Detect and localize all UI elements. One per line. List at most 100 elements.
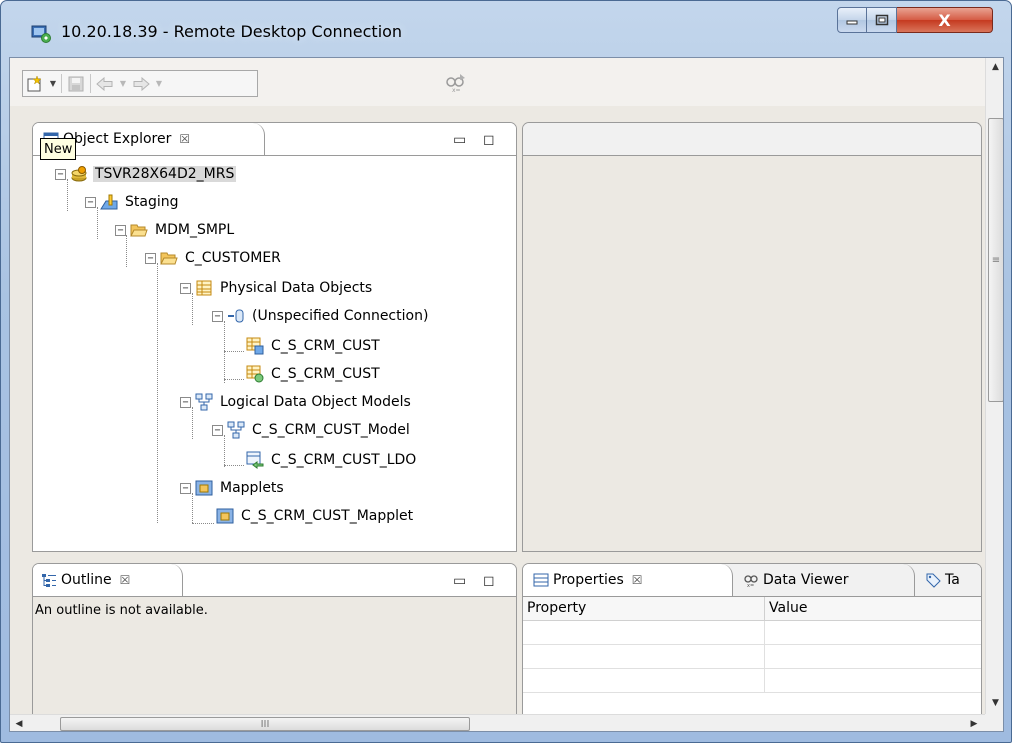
data-viewer-icon: x= <box>744 575 758 588</box>
tree-node-label: (Unspecified Connection) <box>252 308 429 324</box>
vertical-scroll-thumb[interactable]: ≡ <box>988 118 1003 402</box>
collapse-icon[interactable]: − <box>115 224 126 236</box>
tree-connector <box>192 523 214 524</box>
column-header-property[interactable]: Property <box>523 597 765 620</box>
collapse-icon[interactable]: − <box>180 396 191 408</box>
tab-label: Outline <box>61 572 112 588</box>
repository-icon <box>71 166 87 182</box>
svg-text:x=: x= <box>747 583 754 588</box>
minimize-view-icon[interactable]: ▭ <box>453 573 466 589</box>
table-icon <box>196 280 212 296</box>
tab-outline[interactable]: Outline ☒ <box>33 564 183 596</box>
folder-open-icon <box>160 252 178 265</box>
data-viewer-icon[interactable]: x= <box>445 72 467 94</box>
close-tab-icon[interactable]: ☒ <box>120 573 131 587</box>
new-dropdown[interactable]: ▼ <box>47 71 59 96</box>
remote-desktop-icon <box>31 25 51 43</box>
forward-arrow-icon <box>133 76 150 91</box>
customized-data-object-icon <box>246 365 264 383</box>
tag-icon <box>926 573 941 588</box>
outline-icon <box>42 574 56 587</box>
title-bar[interactable]: 10.20.18.39 - Remote Desktop Connection … <box>1 1 1011 57</box>
table-row <box>523 669 981 693</box>
database-connection-icon <box>228 309 244 323</box>
back-button[interactable] <box>93 71 117 96</box>
tab-tags[interactable]: Ta <box>915 564 981 596</box>
minimize-button[interactable] <box>837 7 867 33</box>
maximize-icon <box>875 14 888 26</box>
main-toolbar: ▼ ▼ ▼ x= <box>10 58 985 106</box>
tree-node-repository[interactable]: − TSVR28X64D2_MRS <box>55 163 237 185</box>
scroll-down-icon[interactable]: ▼ <box>986 694 1003 712</box>
tab-properties[interactable]: Properties ☒ <box>523 564 733 596</box>
save-icon <box>68 76 84 91</box>
table-row <box>523 621 981 645</box>
properties-icon <box>533 573 549 587</box>
minimize-icon <box>846 20 858 25</box>
collapse-icon[interactable]: − <box>212 310 223 322</box>
tree-node-label: MDM_SMPL <box>155 222 235 238</box>
explorer-header: Object Explorer ☒ ▭ ◻ <box>33 123 516 155</box>
tree-node-data-object[interactable]: C_S_CRM_CUST <box>246 363 382 385</box>
properties-panel: Properties ☒ x= Data Viewer Ta Property … <box>522 563 982 715</box>
table-header: Property Value <box>523 597 981 621</box>
tree-node-model[interactable]: − C_S_CRM_CUST_Model <box>212 419 412 441</box>
tree-node-physical-data-objects[interactable]: − Physical Data Objects <box>180 277 374 299</box>
scroll-right-icon[interactable]: ▶ <box>965 715 983 731</box>
tree-node-folder[interactable]: − C_CUSTOMER <box>145 247 283 269</box>
tree-node-label: C_S_CRM_CUST <box>271 366 380 382</box>
collapse-icon[interactable]: − <box>212 424 223 436</box>
vertical-scrollbar[interactable]: ▲ ≡ ▼ <box>985 58 1003 714</box>
tree-node-label: Logical Data Object Models <box>220 394 411 410</box>
tree-node-logical-models[interactable]: − Logical Data Object Models <box>180 391 413 413</box>
collapse-icon[interactable]: − <box>145 252 156 264</box>
object-explorer-panel: Object Explorer ☒ ▭ ◻ − TSVR28X64D2_MRS … <box>32 122 517 552</box>
new-button[interactable] <box>23 71 47 96</box>
outline-panel: Outline ☒ ▭ ◻ An outline is not availabl… <box>32 563 517 715</box>
new-icon <box>27 74 42 91</box>
column-header-value[interactable]: Value <box>765 597 811 620</box>
tree-connector <box>224 351 244 352</box>
tree-node-label: C_S_CRM_CUST_Mapplet <box>241 508 414 524</box>
tree-node-label: C_CUSTOMER <box>185 250 281 266</box>
tree-node-folder[interactable]: − MDM_SMPL <box>115 219 236 241</box>
tree-node-data-object[interactable]: C_S_CRM_CUST <box>246 335 382 357</box>
collapse-icon[interactable]: − <box>55 168 66 180</box>
close-tab-icon[interactable]: ☒ <box>179 132 190 146</box>
tree-node-connection[interactable]: − (Unspecified Connection) <box>212 305 430 327</box>
collapse-icon[interactable]: − <box>85 196 96 208</box>
scroll-left-icon[interactable]: ◀ <box>10 715 28 731</box>
mapplet-icon <box>195 480 213 496</box>
divider <box>33 155 516 156</box>
toolbar-button-group: ▼ ▼ ▼ <box>22 70 258 97</box>
forward-dropdown[interactable]: ▼ <box>153 71 165 96</box>
horizontal-scrollbar[interactable]: ◀ III ▶ <box>10 714 985 731</box>
back-dropdown[interactable]: ▼ <box>117 71 129 96</box>
collapse-icon[interactable]: − <box>180 482 191 494</box>
tab-label: Data Viewer <box>763 572 849 588</box>
horizontal-scroll-thumb[interactable]: III <box>60 717 470 731</box>
remote-session-area: ▼ ▼ ▼ x= Object Explorer ☒ ▭ ◻ − TSVR28X… <box>9 57 1004 732</box>
maximize-view-icon[interactable]: ◻ <box>483 573 495 589</box>
maximize-view-icon[interactable]: ◻ <box>483 132 495 148</box>
tree-node-mapplets[interactable]: − Mapplets <box>180 477 286 499</box>
tree-node-mapplet[interactable]: C_S_CRM_CUST_Mapplet <box>216 505 415 527</box>
tree-node-logical-data-object[interactable]: C_S_CRM_CUST_LDO <box>246 449 418 471</box>
maximize-button[interactable] <box>867 7 897 33</box>
chevron-down-icon: ▼ <box>155 79 163 88</box>
forward-button[interactable] <box>129 71 153 96</box>
save-button[interactable] <box>64 71 88 96</box>
remote-desktop-window: 10.20.18.39 - Remote Desktop Connection … <box>0 0 1012 743</box>
close-button[interactable]: X <box>897 7 993 33</box>
scroll-up-icon[interactable]: ▲ <box>986 58 1003 76</box>
resize-grip-icon[interactable] <box>985 714 1003 731</box>
editor-area <box>522 122 982 552</box>
close-tab-icon[interactable]: ☒ <box>632 573 643 587</box>
tab-label: Properties <box>553 572 624 588</box>
toolbar-separator <box>61 74 62 93</box>
minimize-view-icon[interactable]: ▭ <box>453 132 466 148</box>
tree-connector <box>224 465 244 466</box>
tree-node-project[interactable]: − Staging <box>85 191 181 213</box>
tab-data-viewer[interactable]: x= Data Viewer <box>733 564 915 596</box>
collapse-icon[interactable]: − <box>180 282 191 294</box>
